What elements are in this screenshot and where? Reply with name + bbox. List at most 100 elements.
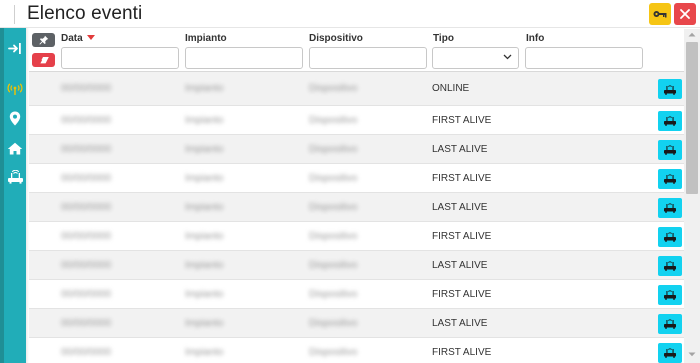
sidebar-item-map[interactable]: [4, 107, 26, 129]
sidebar-item-antenna[interactable]: [4, 78, 26, 100]
chevron-down-icon: [503, 54, 512, 60]
sidebar-item-router[interactable]: [4, 166, 26, 188]
filter-info-input[interactable]: [525, 47, 643, 69]
cell-tipo-wrap: ONLINE: [432, 72, 469, 105]
table-row[interactable]: 00/00/0000 Impianto Dispositivo FIRST ALIVE: [29, 222, 684, 251]
cell-data-wrap: 00/00/0000: [61, 251, 111, 279]
filter-impianto-input[interactable]: [185, 47, 303, 69]
home-icon: [7, 142, 23, 154]
router-icon: [664, 145, 676, 155]
cell-dispositivo-wrap: Dispositivo: [309, 309, 357, 337]
router-icon: [664, 174, 676, 184]
scroll-up-arrow-icon[interactable]: [688, 32, 696, 37]
table-row[interactable]: 00/00/0000 Impianto Dispositivo LAST ALIVE: [29, 309, 684, 338]
column-header-tipo[interactable]: Tipo: [433, 33, 454, 44]
cell-impianto-wrap: Impianto: [185, 135, 223, 163]
cell-impianto-wrap: Impianto: [185, 193, 223, 221]
column-header-dispositivo[interactable]: Dispositivo: [309, 33, 363, 44]
row-device-button[interactable]: [658, 197, 682, 218]
cell-dispositivo: Dispositivo: [309, 83, 358, 94]
cell-dispositivo: Dispositivo: [309, 288, 358, 300]
cell-tipo: LAST ALIVE: [432, 317, 488, 329]
cell-tipo: FIRST ALIVE: [432, 346, 492, 358]
scroll-down-arrow-icon[interactable]: [688, 352, 696, 357]
table-row[interactable]: 00/00/0000 Impianto Dispositivo ONLINE: [29, 72, 684, 106]
eraser-button[interactable]: [32, 53, 55, 67]
row-device-button[interactable]: [658, 226, 682, 247]
router-icon: [664, 116, 676, 126]
cell-data: 00/00/0000: [61, 317, 112, 329]
cell-dispositivo-wrap: Dispositivo: [309, 193, 357, 221]
cell-data-wrap: 00/00/0000: [61, 135, 111, 163]
filter-data-input[interactable]: [61, 47, 179, 69]
cell-impianto-wrap: Impianto: [185, 164, 223, 192]
close-button[interactable]: [674, 3, 696, 25]
column-header-impianto[interactable]: Impianto: [185, 33, 227, 44]
filter-tipo-select[interactable]: [432, 47, 519, 69]
cell-tipo-wrap: FIRST ALIVE: [432, 222, 491, 250]
cell-tipo: LAST ALIVE: [432, 259, 488, 271]
router-icon: [664, 203, 676, 213]
table-row[interactable]: 00/00/0000 Impianto Dispositivo FIRST ALIVE: [29, 338, 684, 363]
column-header-info[interactable]: Info: [526, 33, 544, 44]
cell-impianto: Impianto: [185, 83, 224, 94]
cell-tipo-wrap: LAST ALIVE: [432, 135, 487, 163]
cell-impianto: Impianto: [185, 230, 224, 242]
logout-icon: [8, 42, 21, 54]
table-row[interactable]: 00/00/0000 Impianto Dispositivo LAST ALIVE: [29, 135, 684, 164]
row-device-button[interactable]: [658, 313, 682, 334]
cell-tipo: FIRST ALIVE: [432, 230, 492, 242]
router-icon: [664, 232, 676, 242]
cell-data-wrap: 00/00/0000: [61, 222, 111, 250]
cell-impianto: Impianto: [185, 172, 224, 184]
row-device-button[interactable]: [658, 110, 682, 131]
title-divider: [14, 5, 15, 24]
table-row[interactable]: 00/00/0000 Impianto Dispositivo FIRST ALIVE: [29, 106, 684, 135]
cell-impianto: Impianto: [185, 114, 224, 126]
table-row[interactable]: 00/00/0000 Impianto Dispositivo LAST ALIVE: [29, 251, 684, 280]
cell-dispositivo-wrap: Dispositivo: [309, 106, 357, 134]
sort-desc-icon: [86, 35, 95, 40]
row-device-button[interactable]: [658, 139, 682, 160]
cell-dispositivo: Dispositivo: [309, 114, 358, 126]
key-button[interactable]: [649, 3, 671, 25]
table-row[interactable]: 00/00/0000 Impianto Dispositivo LAST ALIVE: [29, 193, 684, 222]
cell-tipo: ONLINE: [432, 83, 470, 94]
row-device-button[interactable]: [658, 284, 682, 305]
row-device-button[interactable]: [658, 79, 682, 99]
row-device-button[interactable]: [658, 342, 682, 363]
cell-data-wrap: 00/00/0000: [61, 72, 111, 105]
router-icon: [664, 290, 676, 300]
cell-data: 00/00/0000: [61, 143, 112, 155]
antenna-icon: [7, 82, 23, 95]
router-icon: [664, 84, 676, 95]
cell-dispositivo-wrap: Dispositivo: [309, 338, 357, 363]
cell-impianto-wrap: Impianto: [185, 309, 223, 337]
cell-data: 00/00/0000: [61, 172, 112, 184]
cell-dispositivo-wrap: Dispositivo: [309, 222, 357, 250]
scrollbar-thumb[interactable]: [686, 42, 698, 194]
cell-tipo: FIRST ALIVE: [432, 172, 492, 184]
column-header-data[interactable]: Data: [61, 33, 95, 44]
pin-button[interactable]: [32, 33, 55, 47]
table-row[interactable]: 00/00/0000 Impianto Dispositivo FIRST ALIVE: [29, 164, 684, 193]
cell-impianto: Impianto: [185, 201, 224, 213]
cell-impianto-wrap: Impianto: [185, 338, 223, 363]
cell-dispositivo-wrap: Dispositivo: [309, 135, 357, 163]
pin-icon: [38, 35, 48, 45]
row-device-button[interactable]: [658, 255, 682, 276]
row-device-button[interactable]: [658, 168, 682, 189]
filter-dispositivo-input[interactable]: [309, 47, 427, 69]
table-row[interactable]: 00/00/0000 Impianto Dispositivo FIRST ALIVE: [29, 280, 684, 309]
cell-tipo-wrap: LAST ALIVE: [432, 309, 487, 337]
cell-data: 00/00/0000: [61, 288, 112, 300]
cell-impianto: Impianto: [185, 259, 224, 271]
cell-data-wrap: 00/00/0000: [61, 280, 111, 308]
cell-dispositivo-wrap: Dispositivo: [309, 72, 357, 105]
router-icon: [664, 319, 676, 329]
router-icon: [7, 170, 23, 184]
sidebar-item-logout[interactable]: [4, 37, 26, 59]
cell-impianto: Impianto: [185, 346, 224, 358]
sidebar-item-home[interactable]: [4, 137, 26, 159]
cell-data: 00/00/0000: [61, 259, 112, 271]
